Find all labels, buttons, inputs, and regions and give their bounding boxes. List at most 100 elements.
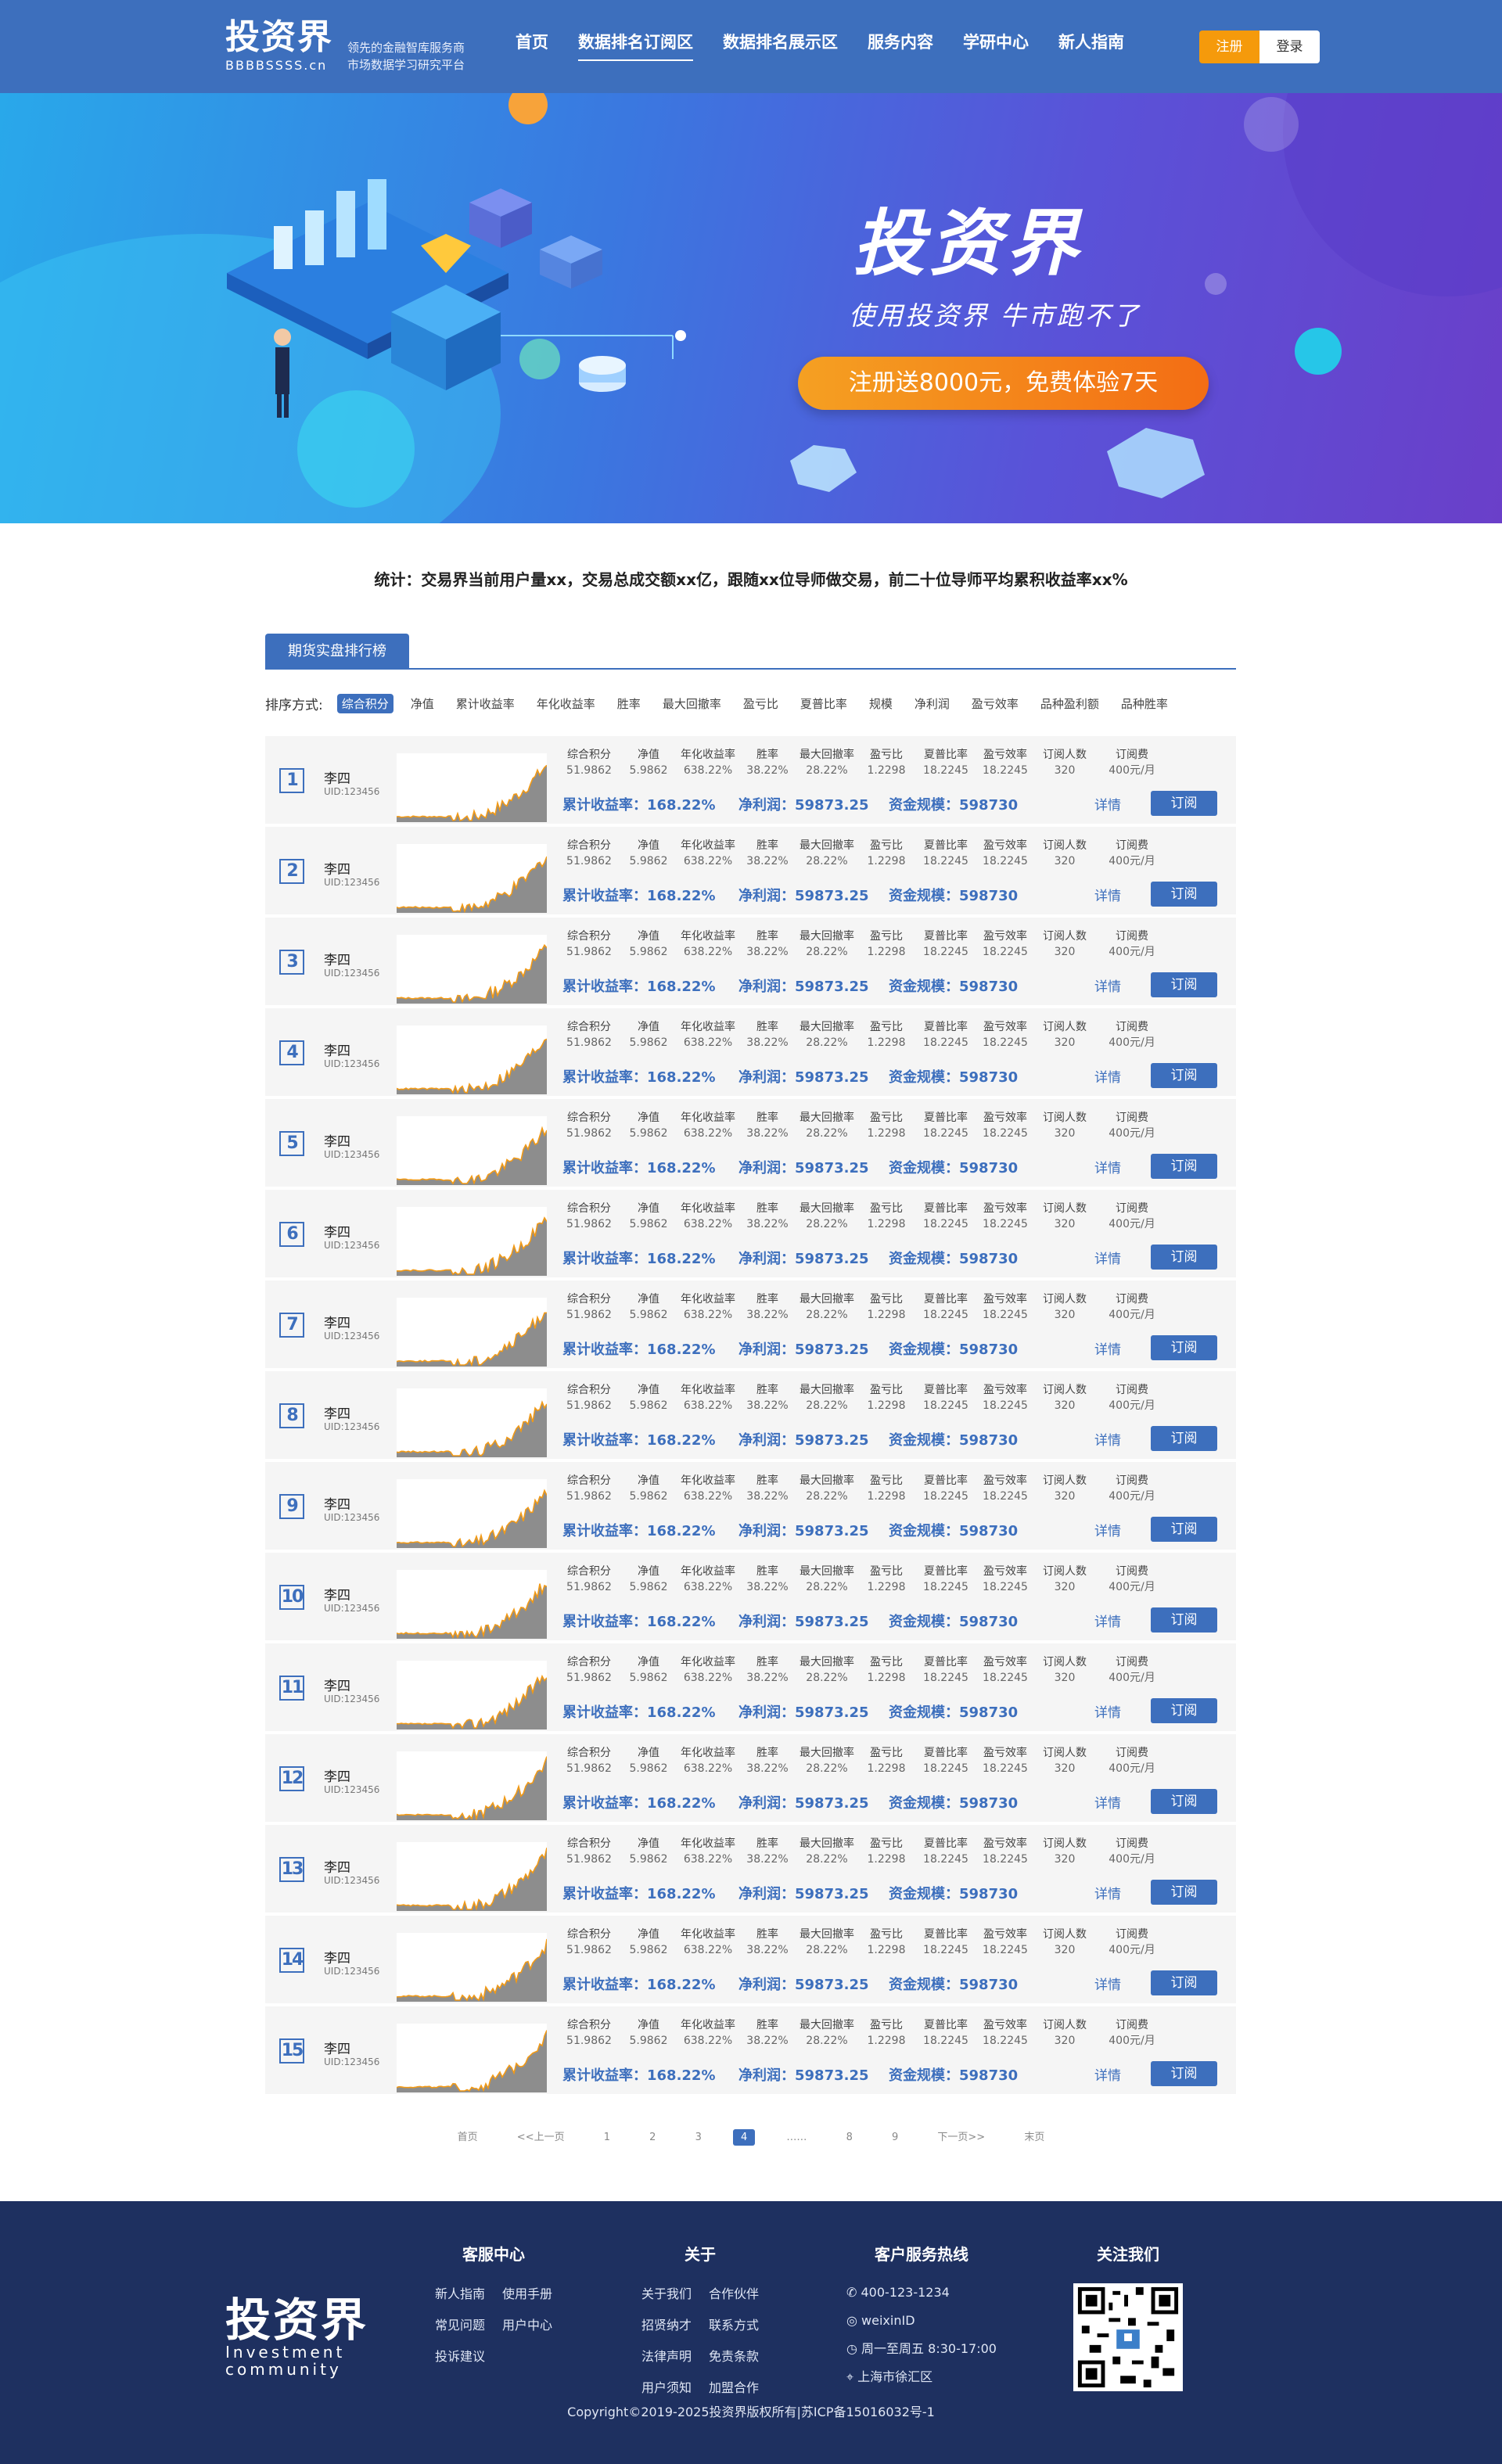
footer-link[interactable]: 新人指南 (435, 2283, 485, 2302)
site-logo[interactable]: 投资界 (225, 19, 333, 56)
subscribe-button[interactable]: 订阅 (1151, 1245, 1217, 1270)
sort-option[interactable]: 夏普比率 (796, 694, 852, 713)
subscribe-button[interactable]: 订阅 (1151, 1154, 1217, 1179)
footer-link[interactable]: 用户中心 (502, 2315, 552, 2333)
detail-link[interactable]: 详情 (1094, 1066, 1121, 1086)
page-first[interactable]: 首页 (450, 2126, 486, 2146)
sort-option[interactable]: 年化收益率 (532, 694, 600, 713)
detail-link[interactable]: 详情 (1094, 1701, 1121, 1721)
register-button[interactable]: 注册 (1199, 31, 1259, 63)
detail-link[interactable]: 详情 (1094, 1157, 1121, 1176)
trader-name[interactable]: 李四 (324, 949, 350, 968)
detail-link[interactable]: 详情 (1094, 1974, 1121, 1993)
ranking-row[interactable]: 4 李四 UID:123456 综合积分 51.9862 净值 5.9862 年… (265, 1008, 1236, 1096)
sort-option[interactable]: 综合积分 (336, 693, 393, 713)
trader-name[interactable]: 李四 (324, 1584, 350, 1604)
page-number[interactable]: 3 (688, 2129, 710, 2146)
footer-link[interactable]: 加盟合作 (709, 2377, 759, 2396)
ranking-row[interactable]: 1 李四 UID:123456 综合积分 51.9862 净值 5.9862 年… (265, 736, 1236, 824)
trader-name[interactable]: 李四 (324, 1403, 350, 1422)
footer-link[interactable]: 使用手册 (502, 2283, 552, 2302)
sort-option[interactable]: 最大回撤率 (658, 694, 726, 713)
ranking-row[interactable]: 5 李四 UID:123456 综合积分 51.9862 净值 5.9862 年… (265, 1099, 1236, 1187)
detail-link[interactable]: 详情 (1094, 1883, 1121, 1902)
ranking-row[interactable]: 13 李四 UID:123456 综合积分 51.9862 净值 5.9862 … (265, 1825, 1236, 1913)
subscribe-button[interactable]: 订阅 (1151, 1517, 1217, 1542)
ranking-row[interactable]: 2 李四 UID:123456 综合积分 51.9862 净值 5.9862 年… (265, 827, 1236, 914)
hero-banner[interactable]: 投资界 使用投资界 牛市跑不了 注册送8000元，免费体验7天 (0, 93, 1502, 523)
nav-item-services[interactable]: 服务内容 (868, 30, 933, 61)
detail-link[interactable]: 详情 (1094, 1611, 1121, 1630)
detail-link[interactable]: 详情 (1094, 1248, 1121, 1267)
subscribe-button[interactable]: 订阅 (1151, 1698, 1217, 1723)
ranking-row[interactable]: 6 李四 UID:123456 综合积分 51.9862 净值 5.9862 年… (265, 1190, 1236, 1277)
sort-option[interactable]: 胜率 (613, 694, 645, 713)
nav-item-guide[interactable]: 新人指南 (1058, 30, 1124, 61)
detail-link[interactable]: 详情 (1094, 2064, 1121, 2084)
trader-name[interactable]: 李四 (324, 1765, 350, 1785)
trader-name[interactable]: 李四 (324, 1221, 350, 1241)
ranking-row[interactable]: 3 李四 UID:123456 综合积分 51.9862 净值 5.9862 年… (265, 918, 1236, 1005)
sort-option[interactable]: 品种盈利额 (1036, 694, 1104, 713)
footer-link[interactable]: 法律声明 (641, 2346, 692, 2365)
page-number[interactable]: 8 (839, 2129, 861, 2146)
ranking-row[interactable]: 8 李四 UID:123456 综合积分 51.9862 净值 5.9862 年… (265, 1371, 1236, 1459)
subscribe-button[interactable]: 订阅 (1151, 1063, 1217, 1088)
detail-link[interactable]: 详情 (1094, 1338, 1121, 1358)
ranking-row[interactable]: 12 李四 UID:123456 综合积分 51.9862 净值 5.9862 … (265, 1734, 1236, 1822)
trader-name[interactable]: 李四 (324, 1040, 350, 1059)
sort-option[interactable]: 规模 (864, 694, 897, 713)
footer-link[interactable]: 常见问题 (435, 2315, 485, 2333)
page-number[interactable]: 9 (884, 2129, 906, 2146)
detail-link[interactable]: 详情 (1094, 1520, 1121, 1539)
page-next[interactable]: 下一页>> (929, 2126, 993, 2146)
footer-link[interactable]: 用户须知 (641, 2377, 692, 2396)
detail-link[interactable]: 详情 (1094, 975, 1121, 995)
subscribe-button[interactable]: 订阅 (1151, 1789, 1217, 1814)
trader-name[interactable]: 李四 (324, 1493, 350, 1513)
detail-link[interactable]: 详情 (1094, 885, 1121, 904)
subscribe-button[interactable]: 订阅 (1151, 1426, 1217, 1451)
ranking-row[interactable]: 9 李四 UID:123456 综合积分 51.9862 净值 5.9862 年… (265, 1462, 1236, 1550)
trader-name[interactable]: 李四 (324, 1675, 350, 1694)
subscribe-button[interactable]: 订阅 (1151, 1607, 1217, 1632)
footer-link[interactable]: 关于我们 (641, 2283, 692, 2302)
detail-link[interactable]: 详情 (1094, 794, 1121, 814)
trader-name[interactable]: 李四 (324, 767, 350, 787)
page-prev[interactable]: <<上一页 (509, 2126, 573, 2146)
subscribe-button[interactable]: 订阅 (1151, 972, 1217, 997)
sort-option[interactable]: 累计收益率 (451, 694, 519, 713)
tab-futures-ranking[interactable]: 期货实盘排行榜 (265, 634, 409, 670)
ranking-row[interactable]: 7 李四 UID:123456 综合积分 51.9862 净值 5.9862 年… (265, 1280, 1236, 1368)
nav-item-research[interactable]: 学研中心 (963, 30, 1029, 61)
detail-link[interactable]: 详情 (1094, 1429, 1121, 1449)
subscribe-button[interactable]: 订阅 (1151, 1335, 1217, 1360)
ranking-row[interactable]: 14 李四 UID:123456 综合积分 51.9862 净值 5.9862 … (265, 1916, 1236, 2003)
sort-option[interactable]: 盈亏效率 (967, 694, 1023, 713)
nav-item-showcase[interactable]: 数据排名展示区 (723, 30, 838, 61)
ranking-row[interactable]: 10 李四 UID:123456 综合积分 51.9862 净值 5.9862 … (265, 1553, 1236, 1640)
subscribe-button[interactable]: 订阅 (1151, 2061, 1217, 2086)
footer-link[interactable]: 招贤纳才 (641, 2315, 692, 2333)
sort-option[interactable]: 盈亏比 (738, 694, 783, 713)
trader-name[interactable]: 李四 (324, 2038, 350, 2057)
footer-link[interactable]: 投诉建议 (435, 2346, 485, 2365)
trader-name[interactable]: 李四 (324, 1312, 350, 1331)
page-last[interactable]: 末页 (1016, 2126, 1052, 2146)
banner-cta-button[interactable]: 注册送8000元，免费体验7天 (798, 357, 1209, 410)
ranking-row[interactable]: 11 李四 UID:123456 综合积分 51.9862 净值 5.9862 … (265, 1643, 1236, 1731)
trader-name[interactable]: 李四 (324, 1130, 350, 1150)
subscribe-button[interactable]: 订阅 (1151, 1880, 1217, 1905)
subscribe-button[interactable]: 订阅 (1151, 1970, 1217, 1995)
subscribe-button[interactable]: 订阅 (1151, 791, 1217, 816)
trader-name[interactable]: 李四 (324, 858, 350, 878)
nav-item-subscription[interactable]: 数据排名订阅区 (578, 30, 693, 61)
page-current[interactable]: 4 (733, 2129, 756, 2146)
sort-option[interactable]: 净利润 (910, 694, 954, 713)
detail-link[interactable]: 详情 (1094, 1792, 1121, 1812)
footer-link[interactable]: 联系方式 (709, 2315, 759, 2333)
page-number[interactable]: 1 (596, 2129, 618, 2146)
trader-name[interactable]: 李四 (324, 1856, 350, 1876)
trader-name[interactable]: 李四 (324, 1947, 350, 1967)
nav-item-home[interactable]: 首页 (516, 30, 548, 61)
